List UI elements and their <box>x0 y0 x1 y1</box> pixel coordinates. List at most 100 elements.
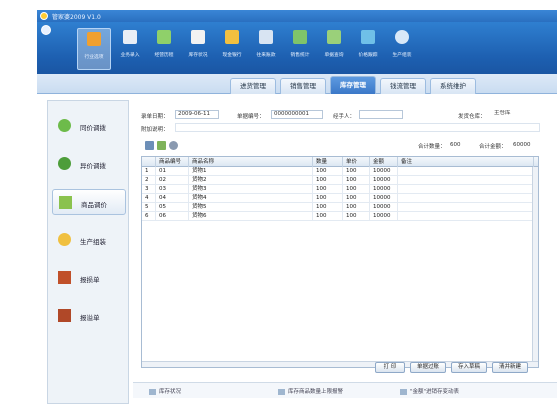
cell-amount[interactable]: 10000 <box>370 203 398 212</box>
column-header-code[interactable]: 商品编号 <box>156 157 189 167</box>
sidebar-item-same-price-transfer[interactable]: 同价调拨 <box>52 113 126 139</box>
toolbar-button-history[interactable]: 经营历程 <box>149 30 179 68</box>
sidebar-item-loss-report[interactable]: 报损单 <box>52 265 126 291</box>
print-button[interactable]: 打 印 <box>375 362 405 373</box>
cell-note[interactable] <box>398 194 534 203</box>
cell-note[interactable] <box>398 176 534 185</box>
cell-qty[interactable]: 100 <box>313 185 343 194</box>
footer-link-amount-report[interactable]: "金额"进销存变动表 <box>400 387 459 395</box>
table-row[interactable]: 4 04 货物4 100 100 10000 <box>142 194 538 203</box>
column-header-price[interactable]: 单价 <box>343 157 370 167</box>
cell-code[interactable]: 01 <box>156 167 189 176</box>
tab-inventory[interactable]: 库存管理 <box>330 76 376 94</box>
sidebar-item-price-adjust[interactable]: 商品调价 <box>52 189 126 215</box>
cell-code[interactable]: 06 <box>156 212 189 221</box>
cell-price[interactable]: 100 <box>343 203 370 212</box>
user-icon[interactable] <box>169 141 178 150</box>
list-icon[interactable] <box>145 141 154 150</box>
tab-system[interactable]: 系统维护 <box>430 78 476 94</box>
cell-price[interactable]: 100 <box>343 167 370 176</box>
app-logo-icon <box>40 12 48 20</box>
image-icon[interactable] <box>157 141 166 150</box>
cell-price[interactable]: 100 <box>343 194 370 203</box>
cell-amount[interactable]: 10000 <box>370 185 398 194</box>
cell-name[interactable]: 货物2 <box>189 176 313 185</box>
cell-amount[interactable]: 10000 <box>370 194 398 203</box>
cell-qty[interactable]: 100 <box>313 194 343 203</box>
handler-field[interactable] <box>359 110 403 119</box>
note-field[interactable] <box>175 123 540 132</box>
row-index: 1 <box>142 167 156 176</box>
footer-link-stock[interactable]: 库存状况 <box>149 387 181 395</box>
sidebar-item-overflow-report[interactable]: 报溢单 <box>52 303 126 329</box>
cell-code[interactable]: 04 <box>156 194 189 203</box>
sidebar-item-diff-price-transfer[interactable]: 异价调拨 <box>52 151 126 177</box>
save-draft-button[interactable]: 存入草稿 <box>451 362 487 373</box>
table-row[interactable]: 3 03 货物3 100 100 10000 <box>142 185 538 194</box>
table-icon <box>278 388 285 395</box>
toolbar-button-cash[interactable]: 现金银行 <box>217 30 247 68</box>
column-header-qty[interactable]: 数量 <box>313 157 343 167</box>
exchange-icon <box>58 157 71 170</box>
sidebar-item-label: 报损单 <box>80 276 100 284</box>
cell-qty[interactable]: 100 <box>313 167 343 176</box>
cell-name[interactable]: 货物6 <box>189 212 313 221</box>
cell-note[interactable] <box>398 212 534 221</box>
toolbar-button-assembly[interactable]: 生产组装 <box>387 30 417 68</box>
toolbar-button-price[interactable]: 价格跟踪 <box>353 30 383 68</box>
toolbar-button-entry[interactable]: 业务录入 <box>115 30 145 68</box>
app-menu-icon[interactable] <box>41 25 51 35</box>
tab-sales[interactable]: 销售管理 <box>280 78 326 94</box>
cell-code[interactable]: 02 <box>156 176 189 185</box>
cell-code[interactable]: 05 <box>156 203 189 212</box>
cell-code[interactable]: 03 <box>156 185 189 194</box>
cell-amount[interactable]: 10000 <box>370 167 398 176</box>
grid-vertical-scrollbar[interactable] <box>532 167 538 367</box>
warehouse-icon <box>191 30 205 44</box>
assembly-icon <box>58 233 71 246</box>
cell-name[interactable]: 货物4 <box>189 194 313 203</box>
tab-cashflow[interactable]: 钱流管理 <box>380 78 426 94</box>
cell-name[interactable]: 货物1 <box>189 167 313 176</box>
toolbar-button-accounts[interactable]: 往来账款 <box>251 30 281 68</box>
cell-name[interactable]: 货物5 <box>189 203 313 212</box>
table-row[interactable]: 5 05 货物5 100 100 10000 <box>142 203 538 212</box>
column-header-note[interactable]: 备注 <box>398 157 534 167</box>
column-header-index <box>142 157 156 167</box>
number-field[interactable]: 0000000001 <box>271 110 323 119</box>
tab-purchase[interactable]: 进货管理 <box>230 78 276 94</box>
date-field[interactable]: 2009-06-11 <box>175 110 219 119</box>
table-row[interactable]: 6 06 货物6 100 100 10000 <box>142 212 538 221</box>
cell-qty[interactable]: 100 <box>313 176 343 185</box>
sidebar-item-assembly[interactable]: 生产组装 <box>52 227 126 253</box>
column-header-name[interactable]: 商品名称 <box>189 157 313 167</box>
post-button[interactable]: 单据过账 <box>410 362 446 373</box>
ledger-icon <box>259 30 273 44</box>
toolbar-button-sales-stats[interactable]: 销售统计 <box>285 30 315 68</box>
toolbar-button-industry[interactable]: 行业选项 <box>77 28 111 70</box>
price-tag-icon <box>361 30 375 44</box>
row-index: 6 <box>142 212 156 221</box>
clear-new-button[interactable]: 清并新建 <box>492 362 528 373</box>
cell-price[interactable]: 100 <box>343 176 370 185</box>
cell-price[interactable]: 100 <box>343 212 370 221</box>
cell-note[interactable] <box>398 167 534 176</box>
cell-amount[interactable]: 10000 <box>370 212 398 221</box>
footer-link-stock-alarm[interactable]: 库存商品数量上限报警 <box>278 387 343 395</box>
cell-name[interactable]: 货物3 <box>189 185 313 194</box>
cell-note[interactable] <box>398 185 534 194</box>
warehouse-field[interactable]: 主仓库 <box>492 110 540 119</box>
column-header-amount[interactable]: 金额 <box>370 157 398 167</box>
cell-price[interactable]: 100 <box>343 185 370 194</box>
toolbar-button-query[interactable]: 单据查询 <box>319 30 349 68</box>
cell-amount[interactable]: 10000 <box>370 176 398 185</box>
loss-report-icon <box>58 271 71 284</box>
cell-qty[interactable]: 100 <box>313 212 343 221</box>
toolbar-button-stock[interactable]: 库存状况 <box>183 30 213 68</box>
search-doc-icon <box>327 30 341 44</box>
cell-note[interactable] <box>398 203 534 212</box>
table-row[interactable]: 1 01 货物1 100 100 10000 <box>142 167 538 176</box>
cell-qty[interactable]: 100 <box>313 203 343 212</box>
toolbar-label: 行业选项 <box>84 54 104 60</box>
table-row[interactable]: 2 02 货物2 100 100 10000 <box>142 176 538 185</box>
